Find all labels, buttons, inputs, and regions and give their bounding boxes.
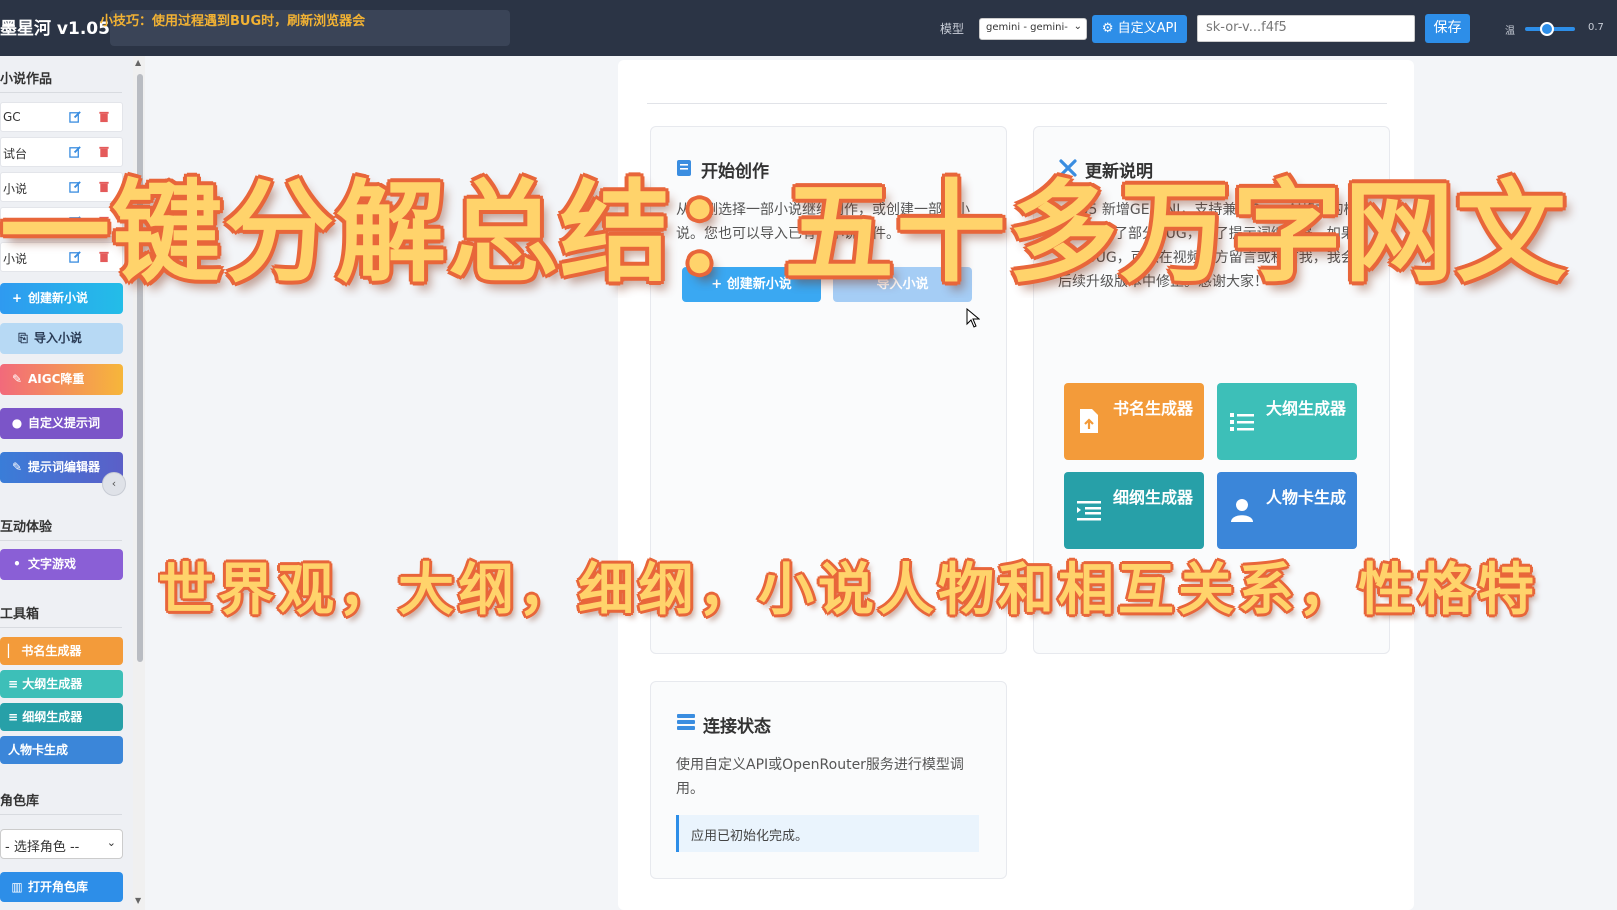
bulb-icon: •: [13, 557, 21, 571]
novel-name: 试台: [3, 147, 28, 161]
edit-icon[interactable]: [69, 110, 82, 123]
novel-name: GC: [3, 110, 21, 124]
tool-outline-generator[interactable]: ≡ 大纲生成器: [0, 670, 123, 698]
divider: [647, 103, 1387, 104]
tool-label: 书名生成器: [21, 644, 82, 658]
scroll-down-icon[interactable]: ▼: [135, 896, 141, 905]
tool-book-title-generator[interactable]: ▏ 书名生成器: [0, 637, 123, 665]
import-novel-button[interactable]: ⎘ 导入小说: [0, 323, 123, 354]
aigc-reduce-label: AIGC降重: [28, 372, 85, 386]
book-open-icon: ▥: [11, 880, 23, 894]
list-icon: [1230, 413, 1254, 431]
text-game-button[interactable]: • 文字游戏: [0, 549, 123, 580]
edit-icon: ✎: [11, 460, 23, 474]
overlay-caption-subtitle: 世界观，大纲，细纲，小说人物和相互关系，性格特: [158, 558, 1538, 623]
app-title: 墨星河 v1.05: [0, 19, 110, 39]
open-role-library-button[interactable]: ▥ 打开角色库: [0, 872, 123, 902]
status-card-title: 连接状态: [703, 717, 771, 737]
file-upload-icon: [1080, 409, 1098, 433]
detail-outline-generator-tile[interactable]: 细纲生成器: [1064, 472, 1204, 549]
text-game-label: 文字游戏: [28, 557, 77, 571]
trash-icon[interactable]: [98, 110, 110, 123]
overlay-caption-title: 一键分解总结：五十多万字网文: [0, 169, 1568, 297]
status-card-text: 使用自定义API或OpenRouter服务进行模型调用。: [676, 757, 964, 797]
temperature-label: 温: [1505, 26, 1515, 37]
book-title-generator-tile[interactable]: 书名生成器: [1064, 383, 1204, 460]
role-select-value: - 选择角色 --: [5, 840, 80, 855]
api-key-input[interactable]: sk-or-v...f4f5: [1197, 15, 1415, 42]
user-icon: [1231, 499, 1253, 522]
status-message: 应用已初始化完成。: [676, 815, 979, 852]
outline-generator-tile[interactable]: 大纲生成器: [1217, 383, 1357, 460]
model-select[interactable]: gemini - gemini- ⌄: [979, 18, 1087, 40]
sidebar-scrollbar-thumb[interactable]: [137, 74, 143, 662]
model-label: 模型: [940, 22, 965, 36]
open-role-library-label: 打开角色库: [28, 880, 89, 894]
edit-icon[interactable]: [69, 145, 82, 158]
custom-api-label: 自定义API: [1117, 21, 1178, 36]
scroll-up-icon[interactable]: ▲: [135, 58, 141, 67]
model-value: gemini - gemini-: [986, 22, 1068, 33]
prompt-editor-label: 提示词编辑器: [28, 460, 101, 474]
gear-icon: ⚙: [1101, 21, 1118, 36]
divider: [0, 92, 122, 93]
aigc-reduce-button[interactable]: ✎ AIGC降重: [0, 364, 123, 395]
tip-text: 小技巧：使用过程遇到BUG时，刷新浏览器会: [100, 14, 366, 29]
server-icon: [677, 714, 695, 730]
book-icon: ▏: [8, 644, 22, 658]
role-select[interactable]: - 选择角色 -- ⌄: [0, 829, 123, 859]
custom-prompt-label: 自定义提示词: [28, 416, 101, 430]
tile-label: 人物卡生成: [1265, 488, 1346, 507]
toolbox-section-title: 工具箱: [0, 607, 40, 622]
collapse-sidebar-icon[interactable]: ‹: [102, 472, 126, 496]
save-button[interactable]: 保存: [1425, 14, 1470, 43]
role-library-section-title: 角色库: [0, 794, 40, 809]
custom-prompt-button[interactable]: ● 自定义提示词: [0, 408, 123, 439]
tool-detail-outline-generator[interactable]: ≡ 细纲生成器: [0, 703, 123, 731]
list-indent-icon: ≡: [8, 710, 23, 724]
tile-label: 书名生成器: [1112, 399, 1193, 418]
tile-label: 细纲生成器: [1112, 488, 1193, 507]
novel-item[interactable]: 试台: [0, 137, 123, 167]
character-card-generator-tile[interactable]: 人物卡生成: [1217, 472, 1357, 549]
novels-section-title: 小说作品: [0, 72, 53, 87]
novel-item[interactable]: GC: [0, 102, 123, 132]
divider: [0, 627, 122, 628]
divider: [0, 540, 122, 541]
temperature-slider-handle[interactable]: [1540, 22, 1554, 36]
tool-label: 细纲生成器: [22, 710, 83, 724]
tile-label: 大纲生成器: [1265, 399, 1346, 418]
tool-character-card-generator[interactable]: 人物卡生成: [0, 736, 123, 764]
list-indent-icon: [1077, 501, 1101, 521]
trash-icon[interactable]: [98, 145, 110, 158]
divider: [0, 814, 122, 815]
magic-wand-icon: ✎: [11, 372, 23, 386]
custom-api-button[interactable]: ⚙ 自定义API: [1092, 15, 1187, 43]
temperature-value: 0.7: [1588, 22, 1604, 33]
tool-label: 大纲生成器: [22, 677, 83, 691]
import-icon: ⎘: [18, 331, 28, 345]
chevron-down-icon: ⌄: [1073, 21, 1082, 32]
lightbulb-icon: ●: [11, 416, 23, 430]
interactive-section-title: 互动体验: [0, 520, 53, 535]
chevron-down-icon: ⌄: [106, 836, 116, 849]
mouse-cursor-icon: [966, 308, 980, 328]
import-novel-label: 导入小说: [34, 331, 83, 345]
tool-label: 人物卡生成: [8, 743, 69, 757]
list-icon: ≡: [8, 677, 23, 691]
